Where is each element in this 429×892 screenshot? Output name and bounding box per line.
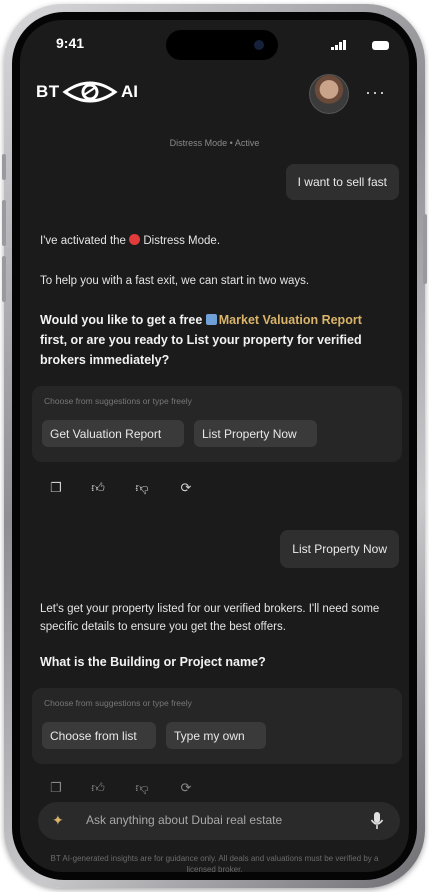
chart-icon [205, 314, 217, 325]
copy-icon[interactable]: ❐ [48, 480, 64, 496]
chat-input[interactable]: Ask anything about Dubai real estate [86, 813, 282, 827]
disclaimer: BT AI-generated insights are for guidanc… [50, 854, 379, 872]
ai-question: What is the Building or Project name? [40, 655, 266, 669]
status-bar: 9:41 [20, 20, 409, 66]
thumbs-down-icon[interactable]: 👎︎ [134, 480, 150, 496]
microphone-icon[interactable] [370, 811, 384, 831]
distress-dot-icon [129, 234, 141, 245]
app-header: BT AI ··· [20, 70, 409, 118]
avatar[interactable] [309, 74, 349, 114]
ai-text: Distress Mode. [140, 235, 221, 247]
suggestion-box: Choose from suggestions or type freely C… [32, 688, 402, 764]
user-message: I want to sell fast [285, 164, 399, 200]
ai-text: Would you like to get a free [40, 313, 206, 327]
market-valuation-link[interactable]: Market Valuation Report [219, 313, 362, 327]
chip-get-valuation-report[interactable]: Get Valuation Report [42, 420, 184, 447]
chat-input-bar[interactable]: ✦ Ask anything about Dubai real estate [38, 802, 400, 840]
brand-left: BT [36, 82, 60, 101]
ai-question: Would you like to get a free Market Valu… [40, 310, 390, 370]
app-screen: 9:41 BT AI ··· Distress Mode • Active I … [20, 20, 409, 872]
regenerate-icon[interactable]: ⟳ [178, 480, 194, 496]
suggestion-box: Choose from suggestions or type freely G… [32, 386, 402, 462]
user-message: List Property Now [280, 530, 399, 568]
thumbs-up-icon[interactable]: 👍︎ [90, 780, 106, 796]
side-button [423, 214, 427, 284]
ai-text: first, or are you ready to List your pro… [40, 333, 362, 367]
suggestion-hint: Choose from suggestions or type freely [44, 698, 192, 708]
ai-message-line: To help you with a fast exit, we can sta… [40, 275, 310, 287]
copy-icon[interactable]: ❐ [48, 780, 64, 796]
side-button [2, 200, 6, 246]
camera-dot [254, 40, 264, 50]
ai-text: I've activated the [40, 235, 130, 247]
side-button [2, 256, 6, 302]
chip-list-property-now[interactable]: List Property Now [194, 420, 317, 447]
sparkle-icon: ✦ [52, 812, 64, 828]
side-button [2, 154, 6, 180]
battery-icon [372, 41, 389, 50]
ai-message-line: I've activated the Distress Mode. [40, 232, 390, 250]
chip-type-my-own[interactable]: Type my own [166, 722, 266, 749]
brand-right: AI [121, 82, 138, 101]
thumbs-down-icon[interactable]: 👎︎ [134, 780, 150, 796]
status-time: 9:41 [56, 35, 85, 51]
signal-icon [331, 40, 346, 50]
chip-choose-from-list[interactable]: Choose from list [42, 722, 156, 749]
more-options-button[interactable]: ··· [365, 82, 386, 103]
dynamic-island [166, 30, 278, 60]
suggestion-hint: Choose from suggestions or type freely [44, 396, 192, 406]
ai-message: Let's get your property listed for our v… [40, 603, 380, 633]
brand-eye-icon [62, 81, 118, 103]
mode-banner: Distress Mode • Active [169, 138, 260, 148]
regenerate-icon[interactable]: ⟳ [178, 780, 194, 796]
thumbs-up-icon[interactable]: 👍︎ [90, 480, 106, 496]
